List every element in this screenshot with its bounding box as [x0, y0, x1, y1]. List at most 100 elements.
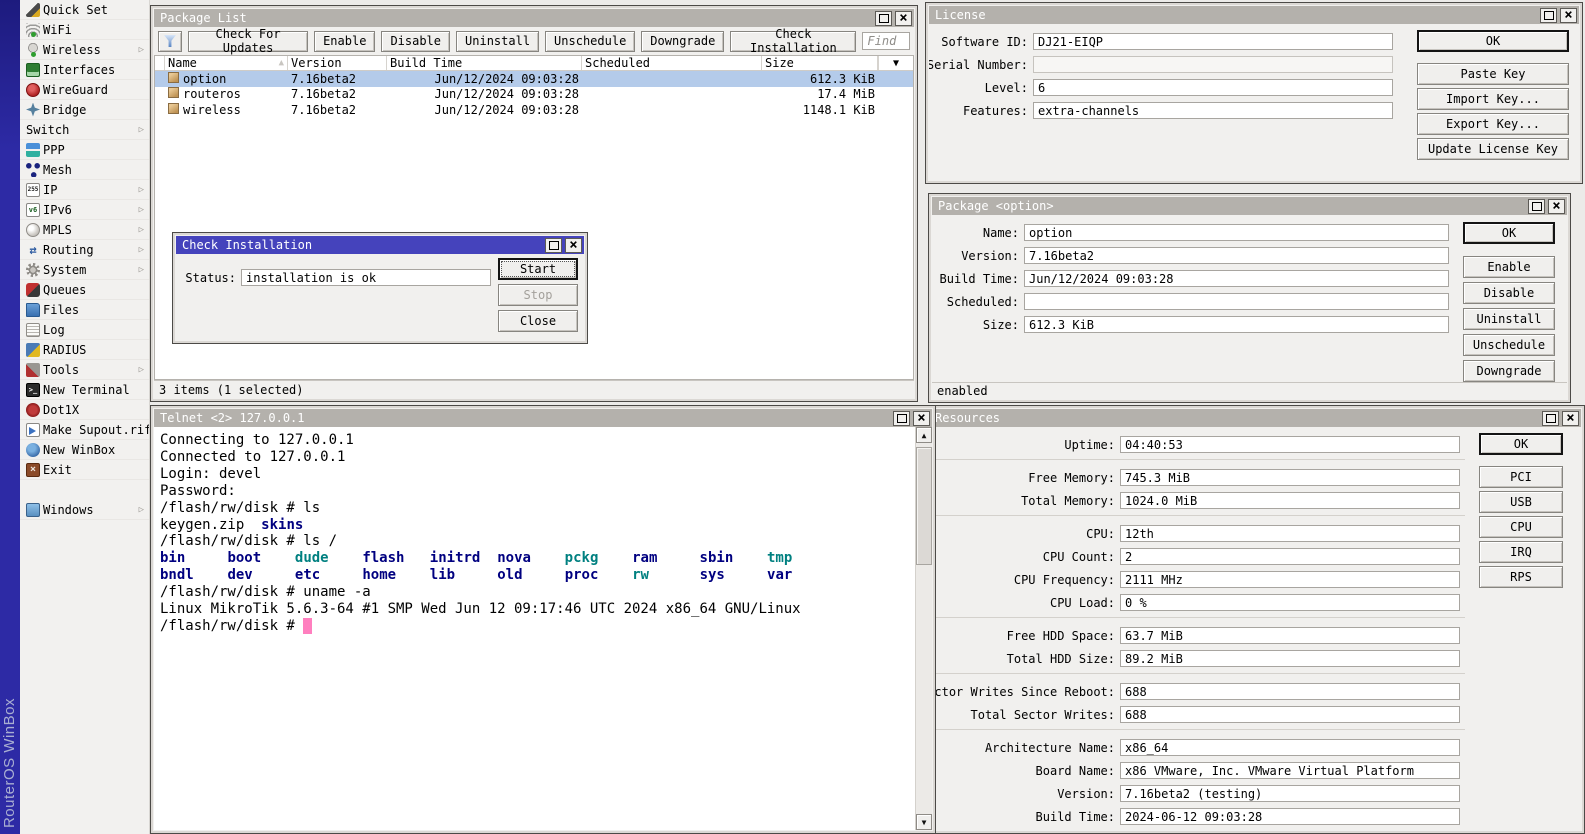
- scroll-up-icon[interactable]: ▲: [916, 427, 932, 443]
- sidebar-item-system[interactable]: System▷: [20, 260, 149, 280]
- sidebar-item-mpls[interactable]: MPLS▷: [20, 220, 149, 240]
- close-icon[interactable]: [1560, 8, 1577, 23]
- titlebar-package-list[interactable]: Package List: [154, 9, 914, 27]
- close-icon[interactable]: [1562, 411, 1579, 426]
- irq-button[interactable]: IRQ: [1479, 541, 1563, 563]
- field-name[interactable]: option: [1024, 224, 1449, 241]
- ok-button[interactable]: OK: [1463, 222, 1555, 244]
- export-key-button[interactable]: Export Key...: [1417, 113, 1569, 135]
- column-header-name[interactable]: Name▲: [165, 56, 288, 70]
- column-header-version[interactable]: Version: [288, 56, 387, 70]
- field-build-time[interactable]: Jun/12/2024 09:03:28: [1024, 270, 1449, 287]
- filter-button[interactable]: [158, 31, 182, 52]
- column-header-size[interactable]: Size: [762, 56, 878, 70]
- sidebar-item-ipv6[interactable]: IPv6▷: [20, 200, 149, 220]
- field-total-memory[interactable]: 1024.0 MiB: [1120, 492, 1460, 509]
- usb-button[interactable]: USB: [1479, 491, 1563, 513]
- unschedule-button[interactable]: Unschedule: [1463, 334, 1555, 356]
- field-cpu[interactable]: 12th: [1120, 525, 1460, 542]
- table-row[interactable]: routeros7.16beta2Jun/12/2024 09:03:2817.…: [155, 87, 913, 103]
- import-key-button[interactable]: Import Key...: [1417, 88, 1569, 110]
- sidebar-item-files[interactable]: Files: [20, 300, 149, 320]
- sidebar-item-switch[interactable]: Switch▷: [20, 120, 149, 140]
- field-cpu-count[interactable]: 2: [1120, 548, 1460, 565]
- terminal-output[interactable]: Connecting to 127.0.0.1Connected to 127.…: [154, 427, 915, 830]
- maximize-icon[interactable]: [1542, 411, 1559, 426]
- sidebar-item-make-supout[interactable]: Make Supout.rif: [20, 420, 149, 440]
- sidebar-item-ppp[interactable]: PPP: [20, 140, 149, 160]
- table-row[interactable]: wireless7.16beta2Jun/12/2024 09:03:28114…: [155, 102, 913, 118]
- enable-button[interactable]: Enable: [1463, 256, 1555, 278]
- sidebar-item-ip[interactable]: IP▷: [20, 180, 149, 200]
- ok-button[interactable]: OK: [1417, 30, 1569, 52]
- close-icon[interactable]: [565, 238, 582, 253]
- close-icon[interactable]: [1548, 199, 1565, 214]
- sidebar-item-wifi[interactable]: WiFi: [20, 20, 149, 40]
- field-total-sector-writes[interactable]: 688: [1120, 706, 1460, 723]
- check-for-updates-button[interactable]: Check For Updates: [188, 31, 308, 52]
- titlebar-check-installation[interactable]: Check Installation: [176, 236, 584, 254]
- field-uptime[interactable]: 04:40:53: [1120, 436, 1460, 453]
- scrollbar-thumb[interactable]: [916, 447, 932, 565]
- sidebar-item-queues[interactable]: Queues: [20, 280, 149, 300]
- sidebar-item-exit[interactable]: Exit: [20, 460, 149, 480]
- titlebar-resources[interactable]: Resources: [929, 409, 1581, 427]
- sidebar-item-mesh[interactable]: Mesh: [20, 160, 149, 180]
- field-cpu-load[interactable]: 0 %: [1120, 594, 1460, 611]
- disable-button[interactable]: Disable: [1463, 282, 1555, 304]
- sidebar-item-interfaces[interactable]: Interfaces: [20, 60, 149, 80]
- field-scheduled[interactable]: [1024, 293, 1449, 310]
- sidebar-item-radius[interactable]: RADIUS: [20, 340, 149, 360]
- find-box[interactable]: Find: [862, 32, 910, 50]
- maximize-icon[interactable]: [1540, 8, 1557, 23]
- field-version[interactable]: 7.16beta2 (testing): [1120, 785, 1460, 802]
- sidebar-item-log[interactable]: Log: [20, 320, 149, 340]
- downgrade-button[interactable]: Downgrade: [1463, 360, 1555, 382]
- field-software-id[interactable]: DJ21-EIQP: [1033, 33, 1393, 50]
- uninstall-button[interactable]: Uninstall: [456, 31, 539, 52]
- downgrade-button[interactable]: Downgrade: [641, 31, 724, 52]
- column-dropdown-icon[interactable]: ▼: [878, 56, 913, 70]
- titlebar-telnet[interactable]: Telnet <2> 127.0.0.1: [154, 409, 932, 427]
- sidebar-item-quick-set[interactable]: Quick Set: [20, 0, 149, 20]
- close-icon[interactable]: [913, 411, 930, 426]
- sidebar-item-new-winbox[interactable]: New WinBox: [20, 440, 149, 460]
- column-header-build-time[interactable]: Build Time: [387, 56, 582, 70]
- field-board-name[interactable]: x86 VMware, Inc. VMware Virtual Platform: [1120, 762, 1460, 779]
- scroll-down-icon[interactable]: ▼: [916, 814, 932, 830]
- maximize-icon[interactable]: [875, 11, 892, 26]
- sidebar-item-new-terminal[interactable]: New Terminal: [20, 380, 149, 400]
- close-button[interactable]: Close: [498, 310, 578, 332]
- titlebar-license[interactable]: License: [929, 6, 1579, 24]
- table-row[interactable]: option7.16beta2Jun/12/2024 09:03:28612.3…: [155, 71, 913, 87]
- uninstall-button[interactable]: Uninstall: [1463, 308, 1555, 330]
- maximize-icon[interactable]: [1528, 199, 1545, 214]
- start-button[interactable]: Start: [498, 258, 578, 280]
- field-total-hdd-size[interactable]: 89.2 MiB: [1120, 650, 1460, 667]
- field-level[interactable]: 6: [1033, 79, 1393, 96]
- ok-button[interactable]: OK: [1479, 433, 1563, 455]
- stop-button[interactable]: Stop: [498, 284, 578, 306]
- maximize-icon[interactable]: [893, 411, 910, 426]
- update-license-key-button[interactable]: Update License Key: [1417, 138, 1569, 160]
- close-icon[interactable]: [895, 11, 912, 26]
- field-size[interactable]: 612.3 KiB: [1024, 316, 1449, 333]
- enable-button[interactable]: Enable: [314, 31, 375, 52]
- rps-button[interactable]: RPS: [1479, 566, 1563, 588]
- titlebar-package-option[interactable]: Package <option>: [932, 197, 1567, 215]
- sidebar-item-dot1x[interactable]: Dot1X: [20, 400, 149, 420]
- sidebar-item-windows[interactable]: Windows▷: [20, 500, 149, 520]
- column-header-scheduled[interactable]: Scheduled: [582, 56, 762, 70]
- column-select[interactable]: [155, 56, 165, 70]
- sidebar-item-bridge[interactable]: Bridge: [20, 100, 149, 120]
- check-installation-button[interactable]: Check Installation: [730, 31, 856, 52]
- scrollbar[interactable]: ▲ ▼: [915, 427, 932, 830]
- field-version[interactable]: 7.16beta2: [1024, 247, 1449, 264]
- sidebar-item-routing[interactable]: Routing▷: [20, 240, 149, 260]
- sidebar-item-wireless[interactable]: Wireless▷: [20, 40, 149, 60]
- field-free-hdd-space[interactable]: 63.7 MiB: [1120, 627, 1460, 644]
- field-features[interactable]: extra-channels: [1033, 102, 1393, 119]
- status-field[interactable]: installation is ok: [241, 269, 491, 286]
- paste-key-button[interactable]: Paste Key: [1417, 63, 1569, 85]
- field-serial-number[interactable]: [1033, 56, 1393, 73]
